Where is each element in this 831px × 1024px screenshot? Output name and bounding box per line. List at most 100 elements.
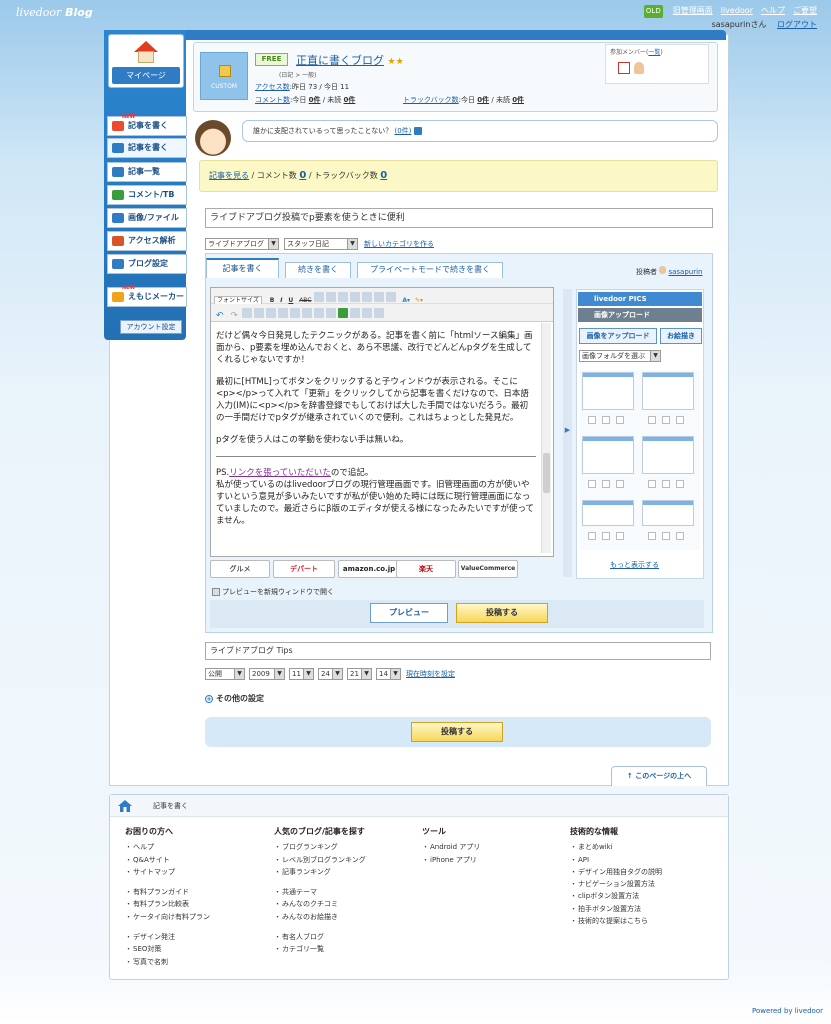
collapse-panel-toggle[interactable]: ▶ bbox=[563, 289, 572, 577]
blog-title-link[interactable]: 正直に書くブログ bbox=[296, 54, 384, 67]
tags-input[interactable]: ライブドアブログ Tips bbox=[205, 642, 711, 660]
category-select[interactable]: ライブドアブログ ▼ bbox=[205, 238, 279, 250]
image-action-icon[interactable] bbox=[588, 480, 596, 488]
fullscreen-icon[interactable] bbox=[373, 308, 384, 318]
editor-scrollbar[interactable] bbox=[541, 323, 551, 553]
image-action-icon[interactable] bbox=[588, 532, 596, 540]
image-thumbnail[interactable] bbox=[582, 500, 634, 526]
redo-icon[interactable]: ↷ bbox=[230, 311, 238, 321]
valuecommerce-button[interactable]: ValueCommerce bbox=[458, 560, 518, 578]
footer-link[interactable]: ケータイ向け有料プラン bbox=[125, 911, 210, 924]
footer-link[interactable]: ナビゲーション設置方法 bbox=[570, 878, 662, 891]
footer-link[interactable]: ブログランキング bbox=[274, 841, 366, 854]
checkbox-icon[interactable] bbox=[212, 588, 220, 596]
image-action-icon[interactable] bbox=[602, 416, 610, 424]
flickr-icon[interactable] bbox=[277, 308, 288, 318]
sidebar-item[interactable]: アクセス解析 bbox=[107, 231, 187, 251]
scroll-thumb[interactable] bbox=[543, 453, 550, 493]
poster-link[interactable]: sasapurin bbox=[668, 268, 702, 276]
message-count-link[interactable]: (0件) bbox=[394, 127, 411, 135]
italic-button[interactable]: I bbox=[280, 297, 282, 304]
unlink-icon[interactable] bbox=[253, 308, 264, 318]
rakuten-button[interactable]: 楽天 bbox=[396, 560, 456, 578]
view-articles-link[interactable]: 記事を見る bbox=[209, 171, 249, 180]
member-avatar[interactable] bbox=[618, 62, 630, 74]
youtube-icon[interactable] bbox=[301, 308, 312, 318]
map-icon[interactable] bbox=[313, 308, 324, 318]
trackback-count[interactable]: 0 bbox=[380, 170, 387, 181]
footer-link[interactable]: まとめwiki bbox=[570, 841, 662, 854]
emoji-icon[interactable] bbox=[337, 308, 348, 318]
set-current-time-link[interactable]: 現在時刻を設定 bbox=[406, 669, 455, 679]
help-link[interactable]: ヘルプ bbox=[761, 6, 785, 15]
preview-button[interactable]: プレビュー bbox=[370, 603, 448, 623]
bullet-list-icon[interactable] bbox=[362, 292, 373, 302]
char-icon[interactable] bbox=[349, 308, 360, 318]
image-action-icon[interactable] bbox=[648, 416, 656, 424]
strike-button[interactable]: ABC bbox=[299, 297, 311, 304]
access-link[interactable]: アクセス数 bbox=[255, 83, 290, 91]
livedoor-blog-logo[interactable]: livedoor Blog bbox=[16, 6, 93, 19]
align-left-icon[interactable] bbox=[314, 292, 325, 302]
footer-link[interactable]: Q&Aサイト bbox=[125, 854, 210, 867]
preview-new-window-checkbox[interactable]: プレビューを新規ウィンドウで開く bbox=[212, 587, 334, 597]
subcategory-select[interactable]: スタッフ日記 ▼ bbox=[284, 238, 358, 250]
footer-link[interactable]: clipボタン設置方法 bbox=[570, 890, 662, 903]
mypage-button[interactable]: マイページ bbox=[108, 34, 184, 88]
footer-link[interactable]: サイトマップ bbox=[125, 866, 210, 879]
html-icon[interactable] bbox=[361, 308, 372, 318]
footer-link[interactable]: デザイン用独自タグの説明 bbox=[570, 866, 662, 879]
link-icon[interactable] bbox=[241, 308, 252, 318]
footer-link[interactable]: 有料プランガイド bbox=[125, 886, 210, 899]
indent-icon[interactable] bbox=[386, 292, 397, 302]
page-top-link[interactable]: ↑ このページの上へ bbox=[611, 766, 707, 786]
blog-icon[interactable]: CUSTOM bbox=[200, 52, 248, 100]
post-body[interactable]: だけど偶々今日発見したテクニックがある。記事を書く前に「htmlソース編集」画面… bbox=[216, 330, 536, 544]
tab-continue[interactable]: 続きを書く bbox=[285, 262, 351, 278]
footer-link[interactable]: 拍手ボタン設置方法 bbox=[570, 903, 662, 916]
upload-image-button[interactable]: 画像をアップロード bbox=[579, 328, 657, 344]
comment-count-link[interactable]: コメント数 bbox=[255, 96, 290, 104]
footer-link[interactable]: ヘルプ bbox=[125, 841, 210, 854]
submit-button-bottom[interactable]: 投稿する bbox=[411, 722, 503, 742]
sidebar-item[interactable]: 記事を書く bbox=[107, 138, 187, 158]
footer-link[interactable]: デザイン発注 bbox=[125, 931, 210, 944]
undo-icon[interactable]: ↶ bbox=[216, 311, 224, 321]
request-link[interactable]: ご要望 bbox=[793, 6, 817, 15]
footer-link[interactable]: 有名人ブログ bbox=[274, 931, 366, 944]
draw-button[interactable]: お絵描き bbox=[660, 328, 702, 344]
align-center-icon[interactable] bbox=[326, 292, 337, 302]
sidebar-item[interactable]: 記事一覧 bbox=[107, 162, 187, 182]
image-thumbnail[interactable] bbox=[582, 372, 634, 410]
other-settings-toggle[interactable]: + その他の設定 bbox=[205, 693, 264, 704]
footer-link[interactable]: みんなのクチコミ bbox=[274, 898, 366, 911]
image-action-icon[interactable] bbox=[602, 480, 610, 488]
post-title-input[interactable]: ライブドアブログ投稿でp要素を使うときに便利 bbox=[205, 208, 713, 228]
footer-link[interactable]: カテゴリ一覧 bbox=[274, 943, 366, 956]
footer-link[interactable]: みんなのお絵描き bbox=[274, 911, 366, 924]
image-action-icon[interactable] bbox=[616, 532, 624, 540]
image-thumbnail[interactable] bbox=[642, 372, 694, 410]
underline-button[interactable]: U bbox=[288, 297, 293, 304]
sidebar-item[interactable]: ブログ設定 bbox=[107, 254, 187, 274]
account-settings-button[interactable]: アカウント設定 bbox=[120, 320, 182, 334]
image-action-icon[interactable] bbox=[648, 480, 656, 488]
font-color-icon[interactable]: A▾ bbox=[402, 297, 410, 304]
home-icon[interactable] bbox=[118, 800, 132, 812]
day-select[interactable]: 24 ▼ bbox=[318, 668, 343, 680]
clip-icon[interactable] bbox=[265, 308, 276, 318]
footer-link[interactable]: 技術的な提案はこちら bbox=[570, 915, 662, 928]
image-action-icon[interactable] bbox=[588, 416, 596, 424]
amazon-button[interactable]: amazon.co.jp bbox=[338, 560, 400, 578]
number-list-icon[interactable] bbox=[374, 292, 385, 302]
footer-link[interactable]: 写真で名刺 bbox=[125, 956, 210, 969]
old-admin-link[interactable]: 旧管理画面 bbox=[673, 6, 713, 15]
month-select[interactable]: 11 ▼ bbox=[289, 668, 314, 680]
image-action-icon[interactable] bbox=[662, 532, 670, 540]
sidebar-item[interactable]: 画像/ファイル bbox=[107, 208, 187, 228]
footer-link[interactable]: 記事ランキング bbox=[274, 866, 366, 879]
pics-icon[interactable] bbox=[289, 308, 300, 318]
livedoor-link[interactable]: livedoor bbox=[721, 6, 753, 15]
image-action-icon[interactable] bbox=[616, 480, 624, 488]
image-thumbnail[interactable] bbox=[582, 436, 634, 474]
